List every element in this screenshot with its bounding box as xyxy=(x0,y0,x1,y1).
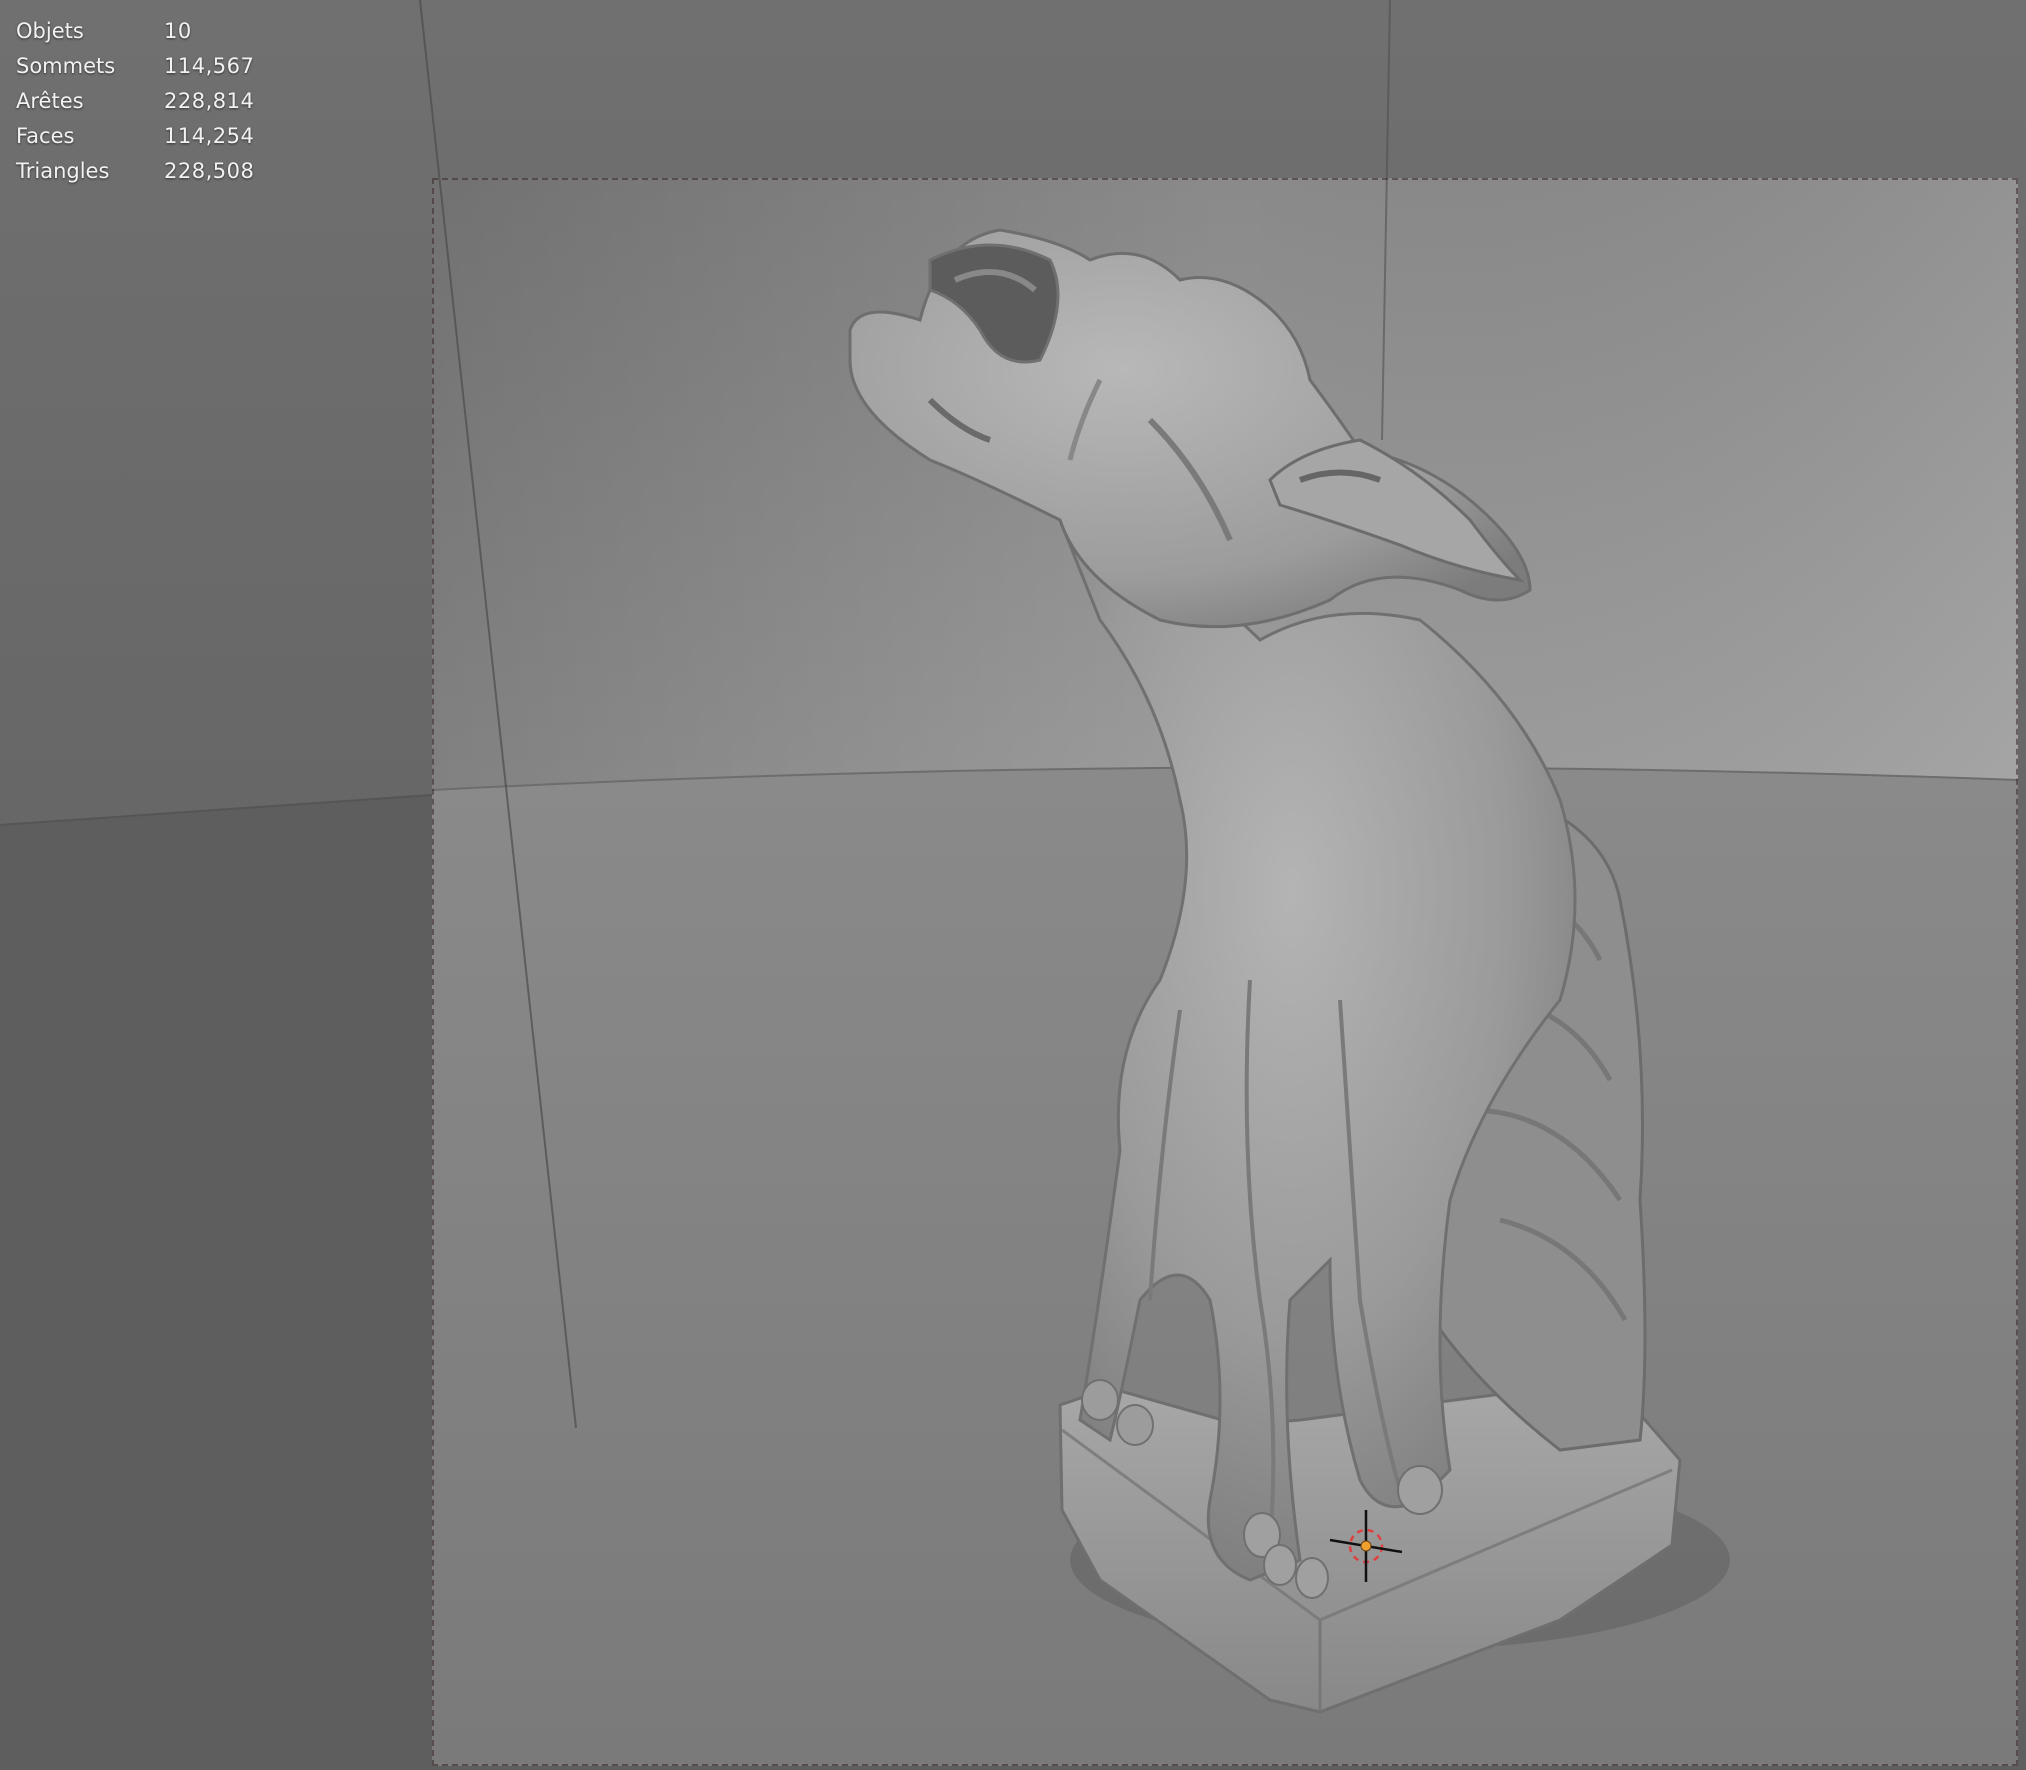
stats-row-faces: Faces 114,254 xyxy=(16,119,254,154)
stats-value: 114,567 xyxy=(164,54,255,78)
stats-row-triangles: Triangles 228,508 xyxy=(16,154,254,189)
stats-row-vertices: Sommets 114,567 xyxy=(16,49,254,84)
3d-viewport[interactable]: Objets 10 Sommets 114,567 Arêtes 228,814… xyxy=(0,0,2026,1770)
stats-value: 228,814 xyxy=(164,89,255,113)
3d-cursor-icon[interactable] xyxy=(1326,1506,1406,1586)
stats-value: 114,254 xyxy=(164,124,255,148)
stats-label: Sommets xyxy=(16,54,116,78)
stats-label: Triangles xyxy=(16,159,110,183)
stats-value: 10 xyxy=(164,19,192,43)
stats-label: Objets xyxy=(16,19,84,43)
stats-row-objects: Objets 10 xyxy=(16,14,254,49)
camera-frame xyxy=(432,178,2018,1766)
scene-statistics-overlay: Objets 10 Sommets 114,567 Arêtes 228,814… xyxy=(16,14,254,189)
stats-value: 228,508 xyxy=(164,159,255,183)
stats-label: Arêtes xyxy=(16,89,84,113)
stats-row-edges: Arêtes 228,814 xyxy=(16,84,254,119)
stats-label: Faces xyxy=(16,124,75,148)
